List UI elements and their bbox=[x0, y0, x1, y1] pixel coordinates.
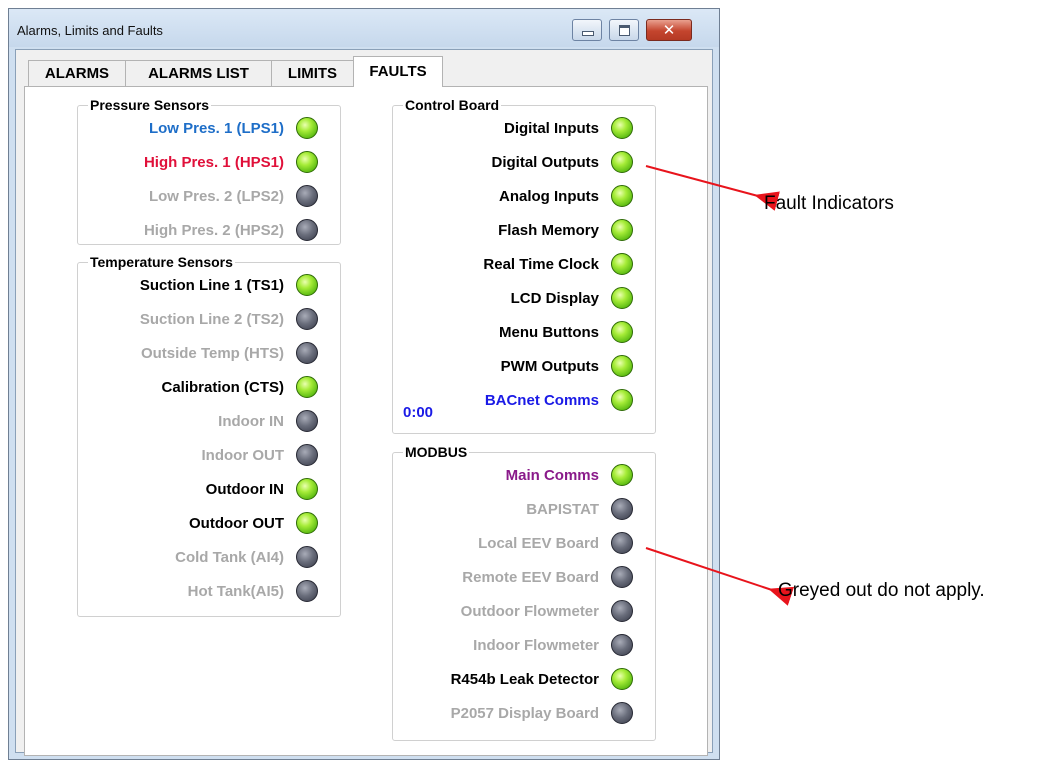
annotation-arrows bbox=[645, 165, 795, 606]
greyed-out-arrow bbox=[645, 547, 795, 606]
fault-indicators-arrow bbox=[645, 165, 780, 211]
tab-faults[interactable]: FAULTS bbox=[353, 56, 443, 87]
greyed-out-annotation: Greyed out do not apply. bbox=[778, 580, 985, 601]
fault-indicators-annotation: Fault Indicators bbox=[764, 193, 894, 214]
